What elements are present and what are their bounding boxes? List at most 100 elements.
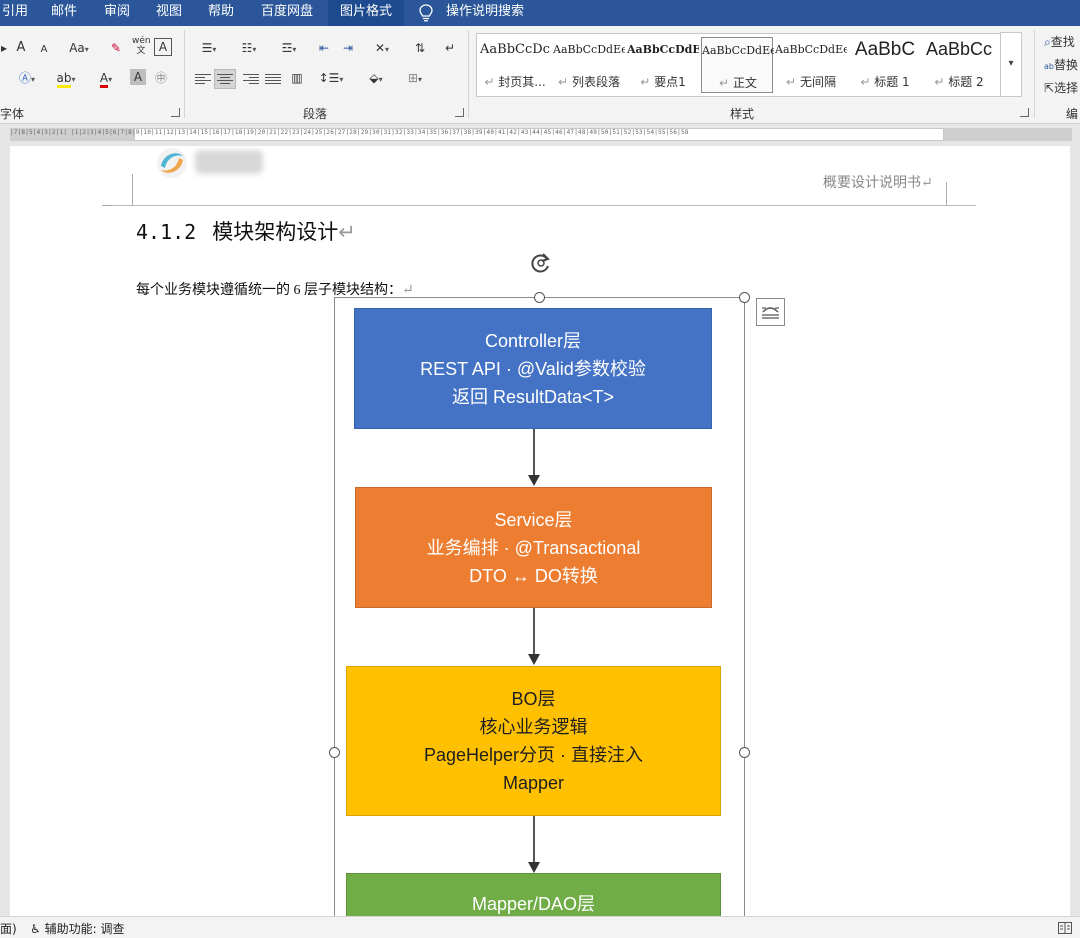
ruler-ticks: |7|8|5|4|3|2|1| |1|2|3|4|5|6|7|8|9|10|11… bbox=[10, 129, 689, 136]
increase-indent-icon[interactable]: ⇥ bbox=[338, 38, 358, 58]
block-line: 返回 ResultData<T> bbox=[451, 386, 615, 407]
clear-formatting-icon[interactable]: ✎ bbox=[106, 38, 126, 58]
cursor-icon: ⇱ bbox=[1044, 81, 1055, 95]
status-bar: 面) ♿ 辅助功能: 调查 bbox=[0, 916, 1080, 938]
section-heading[interactable]: 4.1.2 模块架构设计↵ bbox=[136, 216, 356, 246]
diagram-block-bo: BO层 核心业务逻辑 PageHelper分页 · 直接注入 Mapper bbox=[346, 666, 721, 816]
block-line: Controller层 bbox=[484, 330, 582, 351]
header-rule bbox=[113, 205, 976, 206]
block-line: REST API · @Valid参数校验 bbox=[420, 358, 646, 379]
find-button[interactable]: ⌕查找 bbox=[1044, 32, 1080, 52]
show-marks-icon[interactable]: ↵ bbox=[440, 38, 460, 58]
resize-handle-top[interactable] bbox=[534, 292, 545, 303]
layout-options-button[interactable] bbox=[756, 298, 785, 326]
block-line: Mapper bbox=[502, 773, 565, 793]
style-preview: AaBbCcDdEe bbox=[702, 44, 774, 57]
lightbulb-icon[interactable] bbox=[418, 4, 434, 22]
justify-icon[interactable] bbox=[265, 74, 281, 86]
arrow-head bbox=[528, 862, 540, 873]
rotate-handle-icon[interactable] bbox=[529, 251, 553, 275]
style-list-paragraph[interactable]: AaBbCcDdEe ↵ 列表段落 bbox=[553, 37, 625, 93]
grow-font-button[interactable]: A bbox=[12, 38, 30, 58]
menu-review[interactable]: 审阅 bbox=[104, 0, 130, 26]
block-line: 核心业务逻辑 bbox=[479, 717, 588, 737]
resize-handle-right[interactable] bbox=[739, 747, 750, 758]
style-preview: AaBbCcDdEe bbox=[775, 43, 847, 56]
styles-dialog-launcher-icon[interactable] bbox=[1020, 108, 1029, 117]
style-name: ↵ 要点1 bbox=[640, 75, 686, 89]
read-mode-icon[interactable] bbox=[1058, 922, 1072, 934]
horizontal-ruler[interactable]: |7|8|5|4|3|2|1| |1|2|3|4|5|6|7|8|9|10|11… bbox=[0, 124, 1080, 144]
change-case-button[interactable]: Aa▾ bbox=[62, 38, 96, 58]
accessibility-status[interactable]: ♿ 辅助功能: 调查 bbox=[30, 920, 124, 937]
font-size-box-edge[interactable]: ▸ bbox=[0, 38, 8, 58]
tell-me-search[interactable]: 操作说明搜索 bbox=[446, 0, 524, 26]
group-separator bbox=[468, 30, 469, 118]
shading-button[interactable]: ⬙▾ bbox=[358, 68, 394, 88]
character-shading-button[interactable]: A bbox=[130, 69, 146, 85]
replace-button[interactable]: ab替换 bbox=[1044, 55, 1080, 75]
style-name: ↵ 无间隔 bbox=[786, 75, 836, 89]
arrow-shaft bbox=[533, 429, 535, 476]
style-heading-2[interactable]: AaBbCc ↵ 标题 2 bbox=[923, 37, 995, 93]
status-fragment[interactable]: 面) bbox=[0, 920, 17, 937]
shrink-font-button[interactable]: A bbox=[36, 40, 52, 60]
styles-more-button[interactable]: ▾ bbox=[1000, 32, 1022, 97]
sort-icon[interactable]: ⇅ bbox=[410, 38, 430, 58]
style-preview: AaBbCc bbox=[925, 39, 993, 59]
document-page[interactable]: 概要设计说明书↵ 4.1.2 模块架构设计↵ 每个业务模块遵循统一的 6 层子模块… bbox=[10, 146, 1070, 916]
style-normal[interactable]: AaBbCcDdEe ↵ 正文 bbox=[701, 37, 774, 93]
accessibility-icon: ♿ bbox=[30, 922, 41, 936]
styles-gallery: AaBbCcDc ↵ 封页其... AaBbCcDdEe ↵ 列表段落 AaBb… bbox=[476, 33, 1022, 97]
select-button[interactable]: ⇱选择 bbox=[1044, 78, 1080, 98]
style-preview: AaBbCcDc bbox=[480, 42, 550, 57]
menu-references[interactable]: 引用 bbox=[2, 0, 28, 26]
borders-button[interactable]: ⊞▾ bbox=[398, 68, 432, 88]
style-no-spacing[interactable]: AaBbCcDdEe ↵ 无间隔 bbox=[775, 37, 847, 93]
resize-handle-top-right[interactable] bbox=[739, 292, 750, 303]
align-left-icon[interactable] bbox=[195, 74, 211, 86]
search-icon: ⌕ bbox=[1044, 35, 1051, 49]
decrease-indent-icon[interactable]: ⇤ bbox=[314, 38, 334, 58]
style-key-point-1[interactable]: AaBbCcDdEe ↵ 要点1 bbox=[627, 37, 699, 93]
group-separator bbox=[184, 30, 185, 118]
highlight-color-button[interactable]: ab▾ bbox=[50, 68, 82, 88]
paragraph-dialog-launcher-icon[interactable] bbox=[455, 108, 464, 117]
text-effects-button[interactable]: Ⓐ▾ bbox=[12, 68, 42, 88]
font-color-button[interactable]: A▾ bbox=[90, 68, 122, 88]
numbering-button[interactable]: ☷▾ bbox=[232, 38, 266, 58]
diagram-block-mapper-dao: Mapper/DAO层 bbox=[346, 873, 721, 916]
font-dialog-launcher-icon[interactable] bbox=[171, 108, 180, 117]
enclose-characters-icon[interactable]: ㊥ bbox=[152, 68, 170, 88]
block-line: 业务编排 · @Transactional bbox=[426, 537, 641, 558]
style-preview: AaBbCcDdEe bbox=[627, 43, 699, 56]
align-right-icon[interactable] bbox=[243, 74, 259, 86]
multilevel-list-button[interactable]: ☲▾ bbox=[272, 38, 306, 58]
page-header-title: 概要设计说明书↵ bbox=[823, 176, 933, 191]
menu-view[interactable]: 视图 bbox=[156, 0, 182, 26]
align-center-button[interactable] bbox=[214, 69, 236, 89]
body-paragraph[interactable]: 每个业务模块遵循统一的 6 层子模块结构：↵ bbox=[136, 279, 414, 299]
resize-handle-left[interactable] bbox=[329, 747, 340, 758]
chinese-layout-button[interactable]: ✕▾ bbox=[366, 38, 398, 58]
distributed-icon[interactable]: ▥ bbox=[288, 68, 306, 88]
style-name: ↵ 封页其... bbox=[484, 75, 546, 89]
block-line: PageHelper分页 · 直接注入 bbox=[423, 745, 644, 765]
bullets-button[interactable]: ☰▾ bbox=[192, 38, 226, 58]
block-line: BO层 bbox=[511, 689, 556, 709]
character-border-icon[interactable]: A bbox=[154, 38, 172, 56]
crop-mark bbox=[946, 182, 947, 206]
phonetic-guide-icon[interactable]: wén 文 bbox=[132, 36, 151, 56]
font-group-label: 字体 bbox=[0, 107, 25, 121]
style-cover-other[interactable]: AaBbCcDc ↵ 封页其... bbox=[479, 37, 551, 93]
menu-help[interactable]: 帮助 bbox=[208, 0, 234, 26]
style-name: ↵ 标题 1 bbox=[860, 75, 910, 89]
style-heading-1[interactable]: AaBbC ↵ 标题 1 bbox=[849, 37, 921, 93]
block-line: Mapper/DAO层 bbox=[471, 894, 596, 914]
paragraph-group-label: 段落 bbox=[303, 107, 328, 121]
menu-baidu-netdisk[interactable]: 百度网盘 bbox=[261, 0, 313, 26]
menu-mailings[interactable]: 邮件 bbox=[51, 0, 77, 26]
line-spacing-button[interactable]: ↕☰▾ bbox=[314, 68, 348, 88]
block-line: DTO ↔ DO转换 bbox=[469, 565, 598, 586]
menu-picture-format[interactable]: 图片格式 bbox=[328, 0, 404, 26]
